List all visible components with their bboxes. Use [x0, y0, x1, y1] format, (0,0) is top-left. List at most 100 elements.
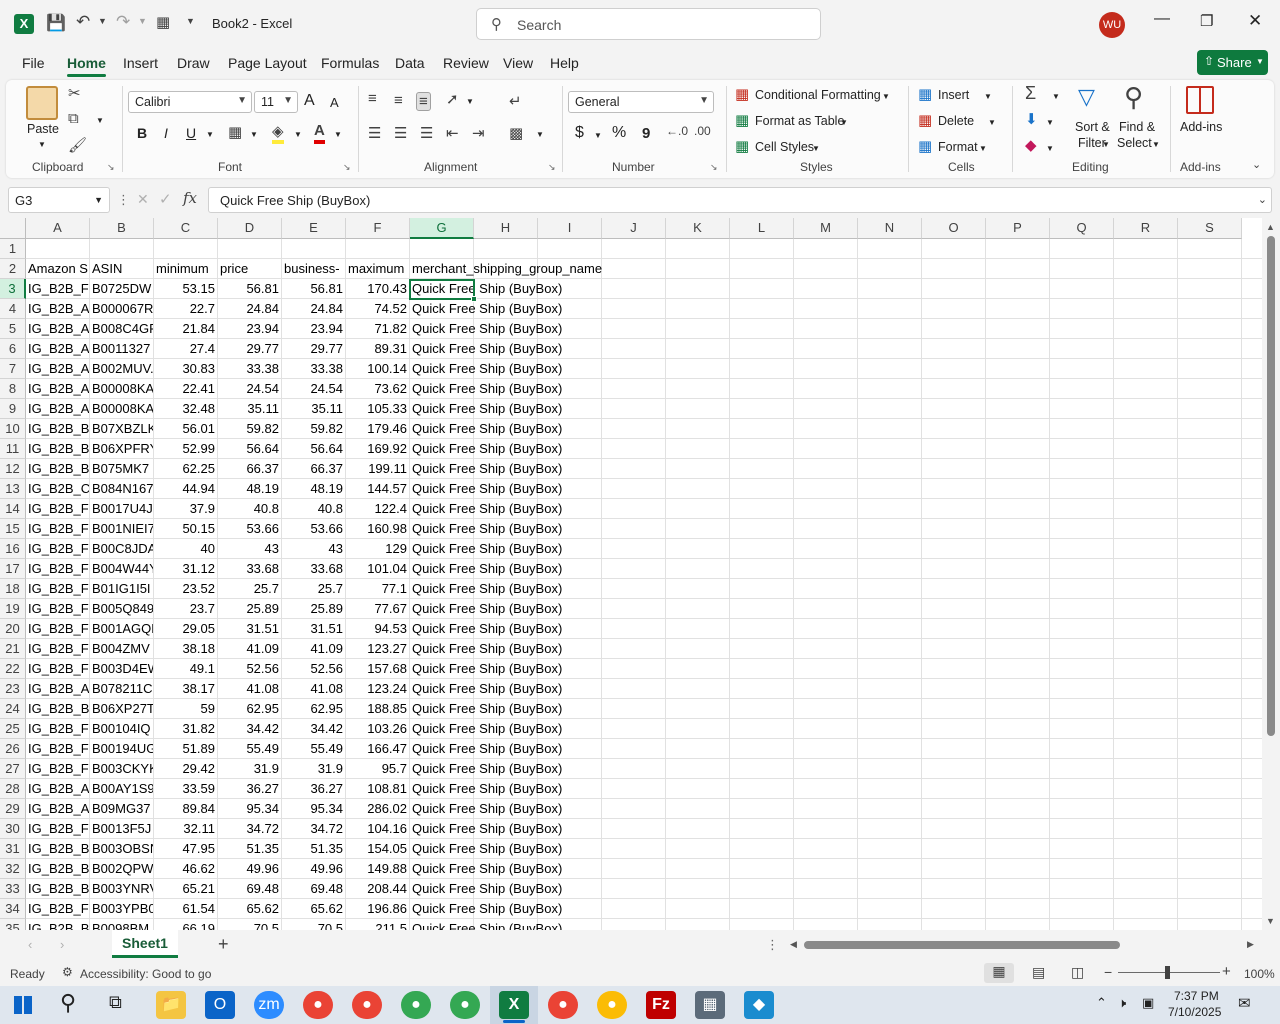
table-cell[interactable]: IG_B2B_F3: [26, 599, 89, 619]
table-cell[interactable]: Quick Free Ship (BuyBox): [410, 399, 670, 419]
chevron-down-icon[interactable]: ▼: [840, 118, 848, 127]
table-cell[interactable]: Quick Free Ship (BuyBox): [410, 419, 670, 439]
table-cell[interactable]: IG_B2B_A: [26, 299, 89, 319]
align-right-icon[interactable]: ☰: [420, 124, 433, 142]
format-as-table-icon[interactable]: ▦: [735, 111, 749, 129]
align-middle-icon[interactable]: ≡: [394, 92, 403, 109]
table-cell[interactable]: 36.27: [218, 779, 281, 799]
fill-icon[interactable]: ⬇: [1025, 110, 1038, 128]
table-cell[interactable]: Quick Free Ship (BuyBox): [410, 799, 670, 819]
table-cell[interactable]: 101.04: [346, 559, 409, 579]
merge-dropdown-icon[interactable]: ▼: [536, 130, 544, 139]
column-header-r[interactable]: R: [1114, 218, 1178, 239]
sort-filter-label[interactable]: Sort &: [1075, 120, 1110, 134]
table-cell[interactable]: 36.27: [282, 779, 345, 799]
table-cell[interactable]: IG_B2B_F3: [26, 739, 89, 759]
row-header[interactable]: 5: [0, 319, 26, 339]
decrease-indent-icon[interactable]: ⇤: [446, 124, 459, 142]
next-sheet-icon[interactable]: ›: [60, 937, 64, 952]
align-bottom-icon[interactable]: ≡: [416, 92, 431, 111]
table-cell[interactable]: 24.84: [282, 299, 345, 319]
table-cell[interactable]: 47.95: [154, 839, 217, 859]
table-cell[interactable]: 52.99: [154, 439, 217, 459]
table-cell[interactable]: 49.1: [154, 659, 217, 679]
find-select-label[interactable]: Find &: [1119, 120, 1155, 134]
table-cell[interactable]: 31.82: [154, 719, 217, 739]
table-cell[interactable]: 33.68: [282, 559, 345, 579]
table-cell[interactable]: 199.11: [346, 459, 409, 479]
table-cell[interactable]: 33.38: [218, 359, 281, 379]
table-cell[interactable]: 23.7: [154, 599, 217, 619]
chevron-down-icon[interactable]: ▼: [979, 144, 987, 153]
table-cell[interactable]: 48.19: [218, 479, 281, 499]
row-header[interactable]: 24: [0, 699, 26, 719]
table-cell[interactable]: 53.15: [154, 279, 217, 299]
table-cell[interactable]: 105.33: [346, 399, 409, 419]
header-cell[interactable]: business-: [282, 259, 345, 279]
copy-icon[interactable]: ⧉: [68, 110, 79, 127]
table-cell[interactable]: B002QPW: [90, 859, 153, 879]
table-cell[interactable]: Quick Free Ship (BuyBox): [410, 739, 670, 759]
currency-button[interactable]: $: [575, 124, 584, 142]
tab-home[interactable]: Home: [67, 55, 106, 77]
table-cell[interactable]: 95.34: [282, 799, 345, 819]
table-cell[interactable]: IG_B2B_B: [26, 919, 89, 930]
table-cell[interactable]: 23.94: [282, 319, 345, 339]
table-cell[interactable]: 56.64: [282, 439, 345, 459]
table-cell[interactable]: 31.9: [218, 759, 281, 779]
table-cell[interactable]: B084N167: [90, 479, 153, 499]
conditional-formatting-button[interactable]: Conditional Formatting: [755, 88, 881, 102]
table-cell[interactable]: 286.02: [346, 799, 409, 819]
taskbar-search-icon[interactable]: ⚲: [60, 990, 76, 1016]
fill-handle[interactable]: [471, 296, 477, 302]
insert-cells-icon[interactable]: ▦: [918, 85, 932, 103]
row-header[interactable]: 10: [0, 419, 26, 439]
table-cell[interactable]: IG_B2B_B: [26, 419, 89, 439]
table-cell[interactable]: Quick Free Ship (BuyBox): [410, 439, 670, 459]
form-icon[interactable]: ▦: [156, 13, 170, 31]
orientation-icon[interactable]: ➚: [446, 90, 459, 108]
row-header[interactable]: 23: [0, 679, 26, 699]
add-sheet-icon[interactable]: +: [218, 934, 229, 955]
table-cell[interactable]: 179.46: [346, 419, 409, 439]
align-top-icon[interactable]: ≡: [368, 90, 377, 107]
table-cell[interactable]: Quick Free Ship (BuyBox): [410, 879, 670, 899]
comma-button[interactable]: 9: [642, 125, 650, 142]
table-cell[interactable]: 27.4: [154, 339, 217, 359]
row-header[interactable]: 30: [0, 819, 26, 839]
chevron-down-icon[interactable]: ▼: [1046, 144, 1054, 153]
table-cell[interactable]: 41.09: [218, 639, 281, 659]
find-select-icon[interactable]: ⚲: [1124, 82, 1143, 113]
table-cell[interactable]: B00008KA: [90, 399, 153, 419]
table-cell[interactable]: 32.48: [154, 399, 217, 419]
table-cell[interactable]: Quick Free Ship (BuyBox): [410, 319, 670, 339]
row-header[interactable]: 35: [0, 919, 26, 930]
table-cell[interactable]: 56.81: [218, 279, 281, 299]
table-cell[interactable]: 41.09: [282, 639, 345, 659]
table-cell[interactable]: B003YNRV: [90, 879, 153, 899]
prev-sheet-icon[interactable]: ‹: [28, 937, 32, 952]
row-header[interactable]: 11: [0, 439, 26, 459]
format-as-table-button[interactable]: Format as Table: [755, 114, 844, 128]
table-cell[interactable]: 66.37: [282, 459, 345, 479]
table-cell[interactable]: 29.77: [218, 339, 281, 359]
table-cell[interactable]: B07XBZLK: [90, 419, 153, 439]
table-cell[interactable]: B005Q849: [90, 599, 153, 619]
row-header[interactable]: 12: [0, 459, 26, 479]
row-header[interactable]: 2: [0, 259, 26, 279]
table-cell[interactable]: 123.24: [346, 679, 409, 699]
row-header[interactable]: 7: [0, 359, 26, 379]
table-cell[interactable]: 34.42: [282, 719, 345, 739]
dialog-launcher-icon[interactable]: ↘: [343, 162, 351, 173]
table-cell[interactable]: 66.19: [154, 919, 217, 930]
delete-cells-button[interactable]: Delete: [938, 114, 974, 128]
tab-review[interactable]: Review: [443, 55, 489, 71]
table-cell[interactable]: 74.52: [346, 299, 409, 319]
table-cell[interactable]: 70.5: [218, 919, 281, 930]
table-cell[interactable]: IG_B2B_F3: [26, 579, 89, 599]
table-cell[interactable]: B000067RI: [90, 299, 153, 319]
redo-dropdown-icon[interactable]: ▼: [138, 16, 147, 26]
chevron-down-icon[interactable]: ▼: [882, 92, 890, 101]
normal-view-icon[interactable]: ▦: [984, 963, 1014, 983]
table-cell[interactable]: Quick Free Ship (BuyBox): [410, 579, 670, 599]
